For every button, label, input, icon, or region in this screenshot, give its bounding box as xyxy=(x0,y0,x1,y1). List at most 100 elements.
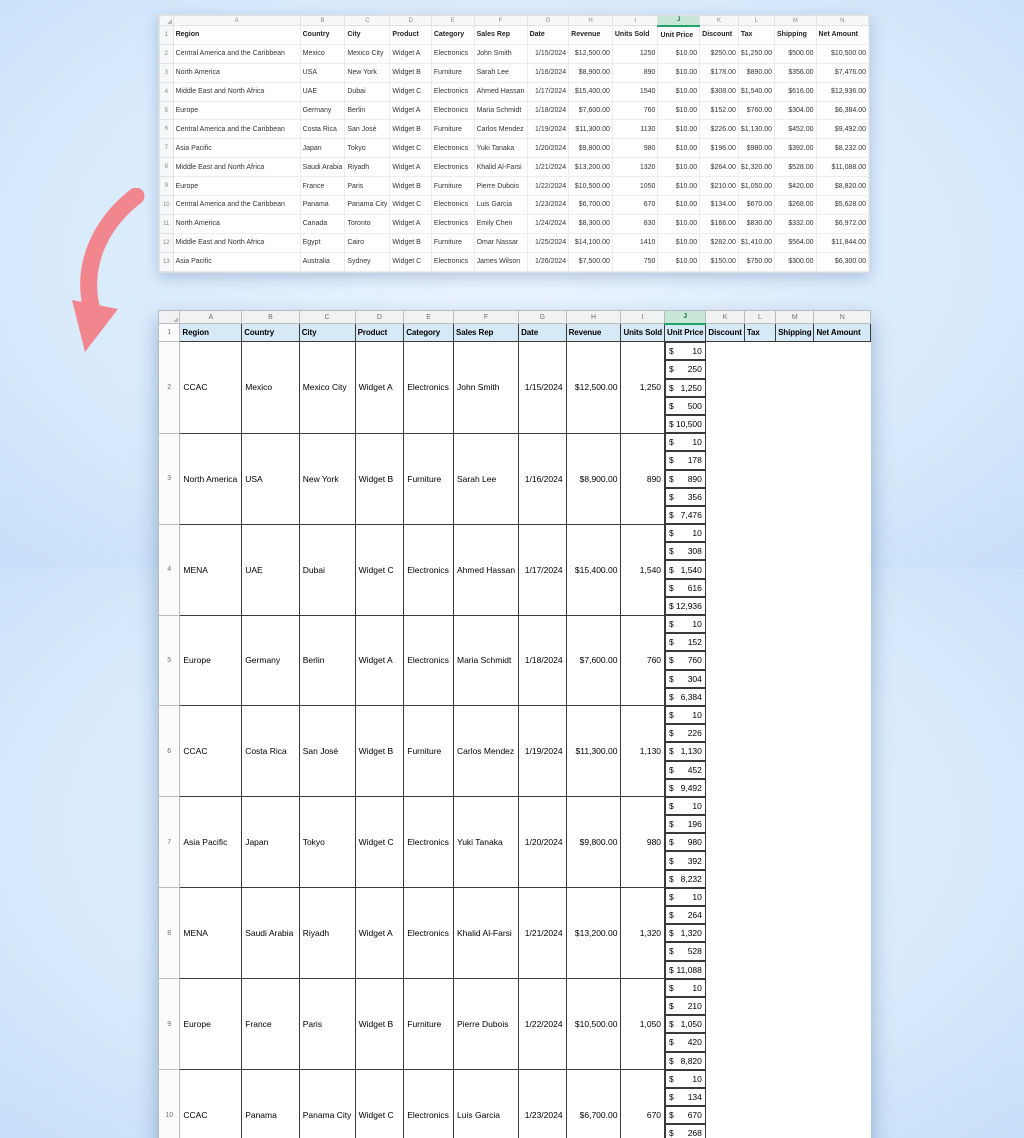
row-number[interactable]: 5 xyxy=(160,101,174,120)
cell[interactable]: Khalid Al-Farsi xyxy=(474,158,527,177)
cell[interactable]: $7,600.00 xyxy=(569,101,613,120)
cell[interactable]: $420.00 xyxy=(775,177,817,196)
column-letter[interactable]: A xyxy=(173,16,300,26)
header-cell[interactable]: Region xyxy=(173,26,300,45)
row-number[interactable]: 1 xyxy=(160,26,174,45)
column-letter[interactable]: H xyxy=(569,16,613,26)
cell[interactable]: $13,200.00 xyxy=(566,888,621,979)
cell[interactable]: Sydney xyxy=(345,252,390,271)
header-cell[interactable]: City xyxy=(345,26,390,45)
column-letter[interactable]: K xyxy=(706,311,744,324)
cell[interactable]: Cairo xyxy=(345,233,390,252)
cell[interactable]: Widget C xyxy=(390,196,431,215)
row-number[interactable]: 9 xyxy=(160,177,174,196)
column-letter[interactable]: N xyxy=(816,16,868,26)
column-letter[interactable]: C xyxy=(345,16,390,26)
cell[interactable]: 1/18/2024 xyxy=(527,101,569,120)
cell[interactable]: $9,800.00 xyxy=(566,797,621,888)
row-number[interactable]: 4 xyxy=(159,524,180,615)
select-all-corner[interactable] xyxy=(160,16,174,26)
column-letter[interactable]: K xyxy=(700,16,739,26)
cell[interactable]: $10 xyxy=(665,888,706,906)
cell[interactable]: $8,232 xyxy=(665,870,706,888)
cell[interactable]: Central America and the Caribbean xyxy=(173,196,300,215)
cell[interactable]: $10 xyxy=(665,979,706,997)
column-letter[interactable]: H xyxy=(566,311,621,324)
cell[interactable]: Australia xyxy=(300,252,345,271)
header-cell[interactable]: Discount xyxy=(700,26,739,45)
cell[interactable]: Furniture xyxy=(404,979,454,1070)
cell[interactable]: $1,130 xyxy=(665,742,706,760)
cell[interactable]: Riyadh xyxy=(345,158,390,177)
cell[interactable]: $1,050 xyxy=(665,1015,706,1033)
cell[interactable]: $8,900.00 xyxy=(569,63,613,82)
cell[interactable]: Furniture xyxy=(404,433,454,524)
cell[interactable]: 1/21/2024 xyxy=(527,158,569,177)
cell[interactable]: Ahmed Hassan xyxy=(474,82,527,101)
row-number[interactable]: 7 xyxy=(160,139,174,158)
cell[interactable]: Carlos Mendez xyxy=(454,706,519,797)
cell[interactable]: Berlin xyxy=(345,101,390,120)
cell[interactable]: $14,100.00 xyxy=(569,233,613,252)
cell[interactable]: $760.00 xyxy=(738,101,774,120)
cell[interactable]: $10 xyxy=(665,706,706,724)
cell[interactable]: 1250 xyxy=(612,44,658,63)
row-number[interactable]: 1 xyxy=(159,324,180,342)
cell[interactable]: John Smith xyxy=(474,44,527,63)
cell[interactable]: $10 xyxy=(665,433,706,451)
cell[interactable]: Electronics xyxy=(431,139,474,158)
cell[interactable]: 1/19/2024 xyxy=(519,706,566,797)
cell[interactable]: Sarah Lee xyxy=(474,63,527,82)
cell[interactable]: $7,600.00 xyxy=(566,615,621,706)
cell[interactable]: Furniture xyxy=(431,177,474,196)
row-number[interactable]: 10 xyxy=(160,196,174,215)
cell[interactable]: Maria Schmidt xyxy=(474,101,527,120)
cell[interactable]: 1/25/2024 xyxy=(527,233,569,252)
cell[interactable]: Yuki Tanaka xyxy=(454,797,519,888)
cell[interactable]: Dubai xyxy=(345,82,390,101)
cell[interactable]: $300.00 xyxy=(775,252,817,271)
cell[interactable]: CCAC xyxy=(180,342,242,433)
cell[interactable]: $616 xyxy=(665,579,706,597)
column-letter[interactable]: I xyxy=(612,16,658,26)
header-cell[interactable]: Product xyxy=(390,26,431,45)
cell[interactable]: $1,320.00 xyxy=(738,158,774,177)
cell[interactable]: $356.00 xyxy=(775,63,817,82)
cell[interactable]: $11,300.00 xyxy=(569,120,613,139)
cell[interactable]: Central America and the Caribbean xyxy=(173,120,300,139)
cell[interactable]: $6,972.00 xyxy=(816,214,868,233)
cell[interactable]: Germany xyxy=(300,101,345,120)
column-letter[interactable]: L xyxy=(738,16,774,26)
cell[interactable]: $10.00 xyxy=(658,252,700,271)
header-cell[interactable]: Region xyxy=(180,324,242,342)
cell[interactable]: Electronics xyxy=(431,252,474,271)
cell[interactable]: Omar Nassar xyxy=(474,233,527,252)
cell[interactable]: Paris xyxy=(345,177,390,196)
cell[interactable]: 1/24/2024 xyxy=(527,214,569,233)
cell[interactable]: Costa Rica xyxy=(242,706,300,797)
row-number[interactable]: 3 xyxy=(159,433,180,524)
cell[interactable]: $9,492.00 xyxy=(816,120,868,139)
header-cell[interactable]: Country xyxy=(242,324,300,342)
cell[interactable]: $1,130.00 xyxy=(738,120,774,139)
cell[interactable]: 1/16/2024 xyxy=(527,63,569,82)
cell[interactable]: $210 xyxy=(665,997,706,1015)
cell[interactable]: $452 xyxy=(665,761,706,779)
cell[interactable]: 1320 xyxy=(612,158,658,177)
cell[interactable]: $226.00 xyxy=(700,120,739,139)
row-number[interactable]: 12 xyxy=(160,233,174,252)
header-cell[interactable]: Tax xyxy=(744,324,775,342)
cell[interactable]: Egypt xyxy=(300,233,345,252)
cell[interactable]: Berlin xyxy=(299,615,355,706)
cell[interactable]: 1/23/2024 xyxy=(519,1070,566,1138)
cell[interactable]: Mexico xyxy=(300,44,345,63)
cell[interactable]: 980 xyxy=(621,797,665,888)
row-number[interactable]: 4 xyxy=(160,82,174,101)
column-letter[interactable]: F xyxy=(454,311,519,324)
cell[interactable]: 980 xyxy=(612,139,658,158)
cell[interactable]: $750.00 xyxy=(738,252,774,271)
cell[interactable]: San José xyxy=(345,120,390,139)
cell[interactable]: $980.00 xyxy=(738,139,774,158)
cell[interactable]: $304 xyxy=(665,670,706,688)
header-cell[interactable]: Tax xyxy=(738,26,774,45)
